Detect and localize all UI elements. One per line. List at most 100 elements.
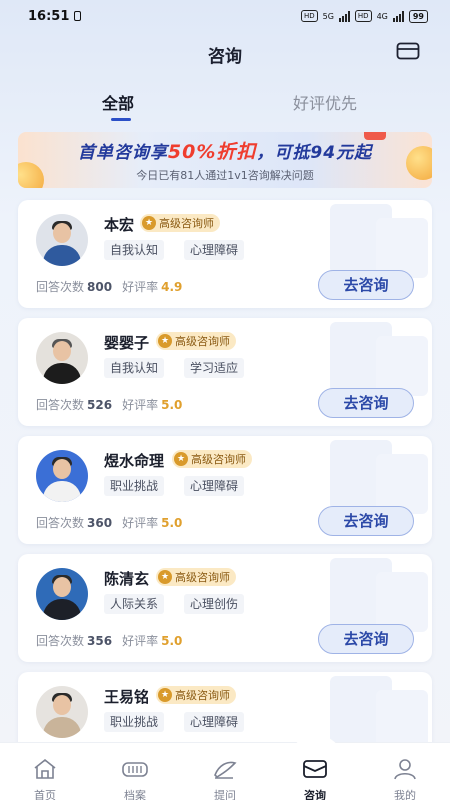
promo-banner[interactable]: 首单咨询享50%折扣，可抵94元起 今日已有81人通过1v1咨询解决问题: [18, 132, 432, 188]
status-bar: 16:51 HD 5G HD 4G 99: [0, 0, 450, 32]
status-right: HD 5G HD 4G 99: [300, 9, 428, 23]
avatar: [36, 214, 88, 266]
counselor-name: 本宏: [104, 216, 135, 234]
answers-count: 360: [87, 516, 113, 530]
home-icon: [31, 757, 59, 781]
rating-value: 4.9: [161, 280, 183, 294]
rating-label: 好评率: [122, 280, 159, 294]
avatar-body: [43, 599, 81, 620]
rating-value: 5.0: [161, 516, 183, 530]
counselor-card[interactable]: 婴婴子 ★ 高级咨询师 自我认知 学习适应 回答次数 526 好评率 5.0 去咨询: [18, 318, 432, 426]
banner-headline-suffix: ，可抵94元起: [256, 143, 373, 163]
consult-button[interactable]: 去咨询: [318, 624, 414, 654]
badge-label: 高级咨询师: [159, 217, 214, 230]
avatar-head: [53, 341, 71, 361]
star-icon: ★: [158, 688, 172, 702]
message-box-icon[interactable]: [396, 42, 420, 60]
avatar-head: [53, 223, 71, 243]
star-icon: ★: [174, 452, 188, 466]
topic-tag: 职业挑战: [104, 712, 165, 732]
card-decoration: [376, 454, 428, 514]
page-title: 咨询: [208, 47, 242, 67]
counselor-stats: 回答次数 356 好评率 5.0: [36, 632, 182, 649]
status-time: 16:51: [28, 8, 70, 24]
avatar-body: [43, 363, 81, 384]
counselor-card[interactable]: 煜水命理 ★ 高级咨询师 职业挑战 心理障碍 回答次数 360 好评率 5.0 去咨询: [18, 436, 432, 544]
topic-tag: 人际关系: [104, 594, 165, 614]
counselor-card[interactable]: 陈清玄 ★ 高级咨询师 人际关系 心理创伤 回答次数 356 好评率 5.0 去咨询: [18, 554, 432, 662]
counselor-stats: 回答次数 800 好评率 4.9: [36, 278, 182, 295]
consult-button[interactable]: 去咨询: [318, 270, 414, 300]
banner-subtext: 今日已有81人通过1v1咨询解决问题: [136, 169, 314, 182]
avatar-head: [53, 577, 71, 597]
profile-icon: [391, 757, 419, 781]
answers-count: 800: [87, 280, 113, 294]
tab-label: 提问: [214, 789, 236, 800]
tab-indicator: [111, 118, 131, 121]
counselor-stats: 回答次数 526 好评率 5.0: [36, 396, 182, 413]
status-left: 16:51: [28, 8, 82, 24]
card-decoration: [376, 336, 428, 396]
star-icon: ★: [158, 334, 172, 348]
bottom-tab-bar: 首页 档案 提问 咨询 我的: [0, 735, 450, 800]
banner-highlight: 50%折扣: [167, 141, 257, 163]
avatar: [36, 332, 88, 384]
card-decoration: [376, 218, 428, 278]
tab-label: 咨询: [304, 789, 326, 800]
counselor-stats: 回答次数 360 好评率 5.0: [36, 514, 182, 531]
counselor-name: 陈清玄: [104, 570, 150, 588]
consult-button[interactable]: 去咨询: [318, 506, 414, 536]
banner-headline-prefix: 首单咨询享: [77, 143, 168, 163]
answers-label: 回答次数: [36, 280, 85, 294]
card-decoration: [376, 690, 428, 750]
answers-label: 回答次数: [36, 634, 85, 648]
star-icon: ★: [142, 216, 156, 230]
badge-label: 高级咨询师: [175, 571, 230, 584]
archive-icon: [121, 757, 149, 781]
rating-label: 好评率: [122, 516, 159, 530]
signal-icon-2: [392, 10, 404, 22]
tab-home[interactable]: 首页: [0, 743, 90, 800]
topic-tag: 心理障碍: [184, 476, 245, 496]
rating-value: 5.0: [161, 398, 183, 412]
tab-archive[interactable]: 档案: [90, 743, 180, 800]
badge-label: 高级咨询师: [175, 689, 230, 702]
tab-consult[interactable]: 咨询: [270, 743, 360, 800]
avatar-head: [53, 695, 71, 715]
topic-tag: 自我认知: [104, 358, 165, 378]
tab-profile[interactable]: 我的: [360, 743, 450, 800]
consult-icon: [301, 757, 329, 781]
avatar: [36, 450, 88, 502]
answers-count: 356: [87, 634, 113, 648]
tab-label: 我的: [394, 789, 416, 800]
topic-tag: 心理障碍: [184, 240, 245, 260]
tab-top-rated[interactable]: 好评优先: [293, 90, 357, 114]
consult-button[interactable]: 去咨询: [318, 388, 414, 418]
senior-counselor-badge: ★ 高级咨询师: [140, 214, 220, 232]
counselor-name: 婴婴子: [104, 334, 150, 352]
topic-tag: 自我认知: [104, 240, 165, 260]
signal-icon: [338, 10, 350, 22]
topic-tag: 心理创伤: [184, 594, 245, 614]
counselor-name: 煜水命理: [104, 452, 165, 470]
avatar-head: [53, 459, 71, 479]
avatar-body: [43, 245, 81, 266]
counselor-card[interactable]: 本宏 ★ 高级咨询师 自我认知 心理障碍 回答次数 800 好评率 4.9 去咨询: [18, 200, 432, 308]
filter-tabs: 全部 好评优先: [0, 90, 450, 124]
tab-ask[interactable]: 提问: [180, 743, 270, 800]
badge-label: 高级咨询师: [175, 335, 230, 348]
rating-value: 5.0: [161, 634, 183, 648]
answers-count: 526: [87, 398, 113, 412]
tab-all[interactable]: 全部: [102, 90, 134, 114]
senior-counselor-badge: ★ 高级咨询师: [156, 332, 236, 350]
battery-icon: 99: [408, 9, 428, 23]
avatar-body: [43, 481, 81, 502]
hd-badge: HD: [300, 10, 318, 22]
answers-label: 回答次数: [36, 516, 85, 530]
topic-tag: 学习适应: [184, 358, 245, 378]
network-5g-label: 5G: [322, 11, 334, 21]
avatar-body: [43, 717, 81, 738]
tab-label: 首页: [34, 789, 56, 800]
hd-badge-2: HD: [354, 10, 372, 22]
star-icon: ★: [158, 570, 172, 584]
